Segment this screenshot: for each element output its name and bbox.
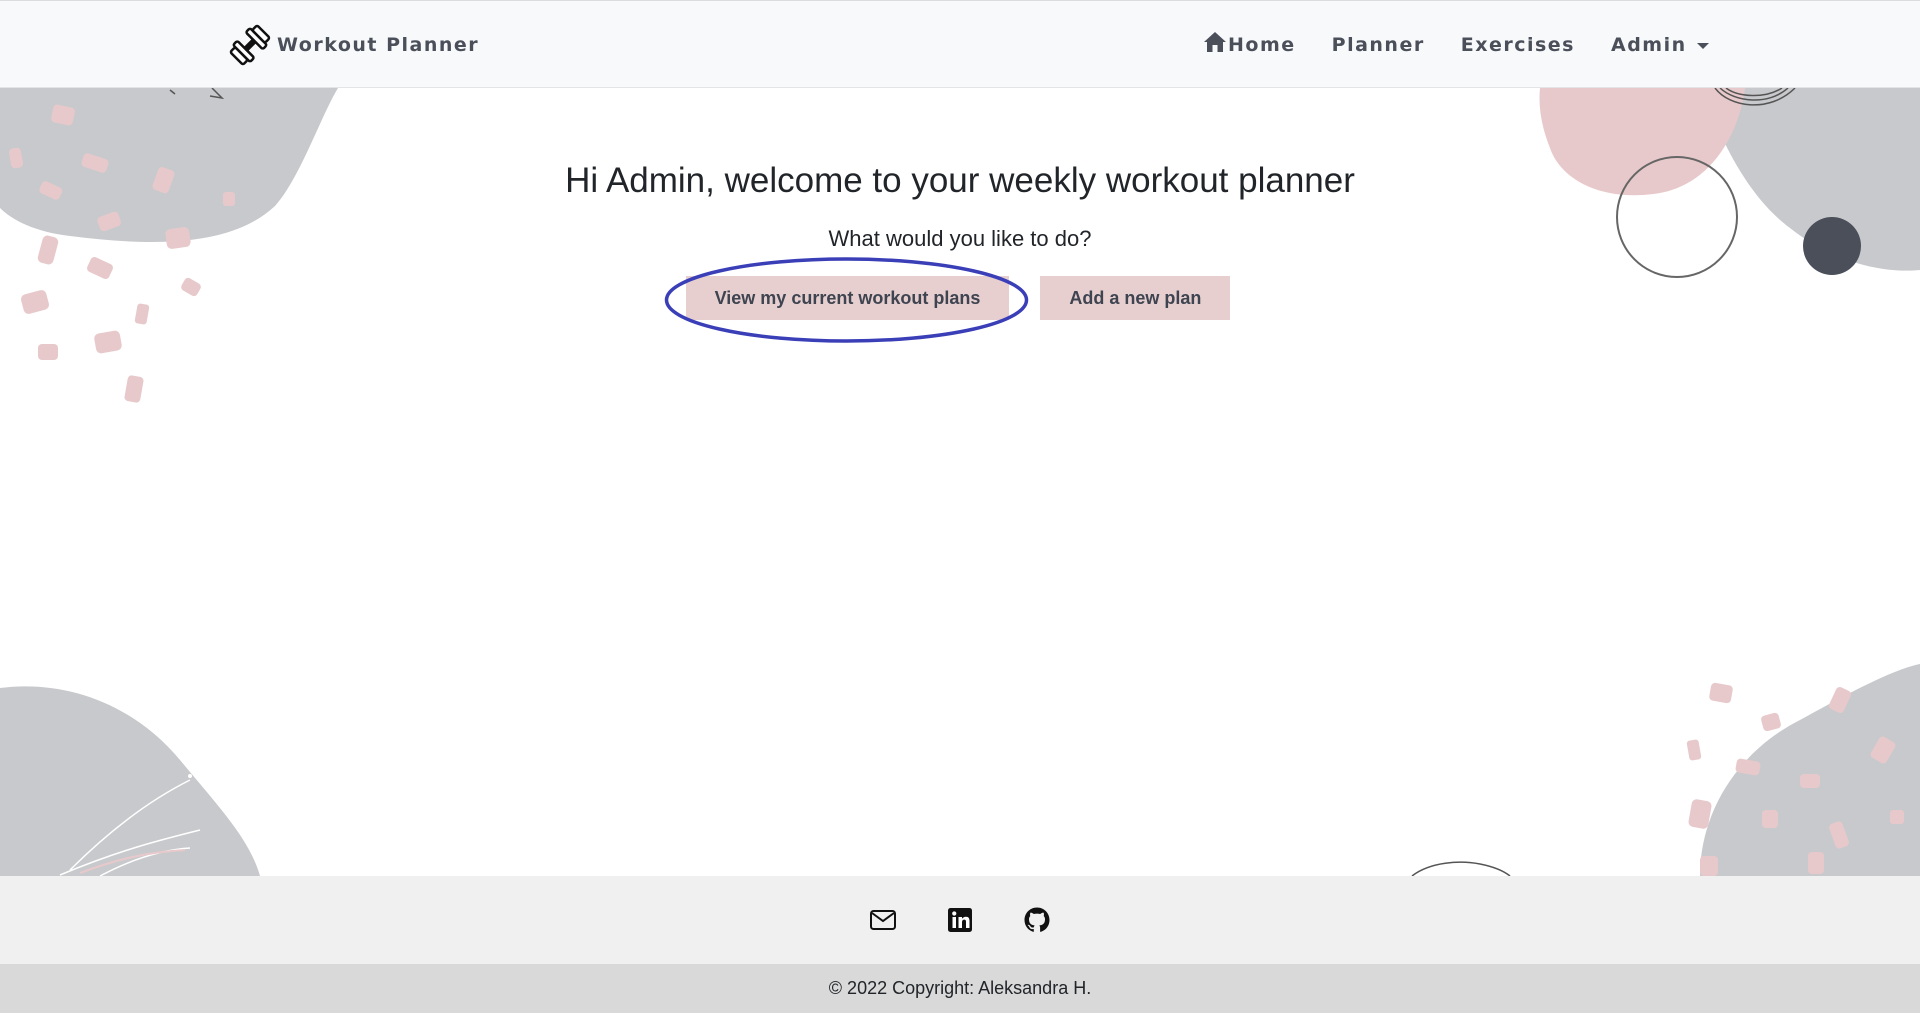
nav-item-exercises[interactable]: Exercises xyxy=(1461,34,1575,56)
prompt-question: What would you like to do? xyxy=(828,226,1092,251)
brand-name: Workout Planner xyxy=(277,34,480,56)
github-icon xyxy=(1022,905,1052,935)
navbar: Workout Planner Home Planner Exercises A… xyxy=(0,0,1920,88)
caret-down-icon xyxy=(1696,42,1709,49)
home-icon xyxy=(1203,31,1228,58)
envelope-icon xyxy=(868,905,898,935)
copyright-text: © 2022 Copyright: Aleksandra H. xyxy=(828,978,1092,998)
nav-item-planner[interactable]: Planner xyxy=(1332,34,1425,56)
page: Workout Planner Home Planner Exercises A… xyxy=(0,0,1920,1013)
github-link[interactable] xyxy=(1022,905,1052,935)
nav-item-planner-label: Planner xyxy=(1331,33,1425,56)
welcome-heading: Hi Admin, welcome to your weekly workout… xyxy=(565,161,1355,200)
copyright-bar: © 2022 Copyright: Aleksandra H. xyxy=(0,964,1920,1013)
linkedin-link[interactable] xyxy=(945,905,975,935)
dumbbell-icon xyxy=(229,23,271,67)
view-plans-button[interactable]: View my current workout plans xyxy=(685,276,1010,321)
nav-menu: Home Planner Exercises Admin xyxy=(1203,31,1709,58)
footer-social-links xyxy=(0,876,1920,964)
main-content: Hi Admin, welcome to your weekly workout… xyxy=(0,88,1920,876)
action-buttons: View my current workout plans Add a new … xyxy=(0,257,1920,344)
nav-item-admin-label: Admin xyxy=(1611,33,1687,56)
nav-item-admin-dropdown[interactable]: Admin xyxy=(1611,34,1709,56)
nav-item-exercises-label: Exercises xyxy=(1460,33,1575,56)
nav-item-home-label: Home xyxy=(1228,33,1296,56)
brand-link[interactable]: Workout Planner xyxy=(229,23,479,67)
linkedin-icon xyxy=(945,905,975,935)
add-plan-button[interactable]: Add a new plan xyxy=(1040,276,1231,321)
email-link[interactable] xyxy=(868,905,898,935)
nav-item-home[interactable]: Home xyxy=(1203,31,1296,58)
